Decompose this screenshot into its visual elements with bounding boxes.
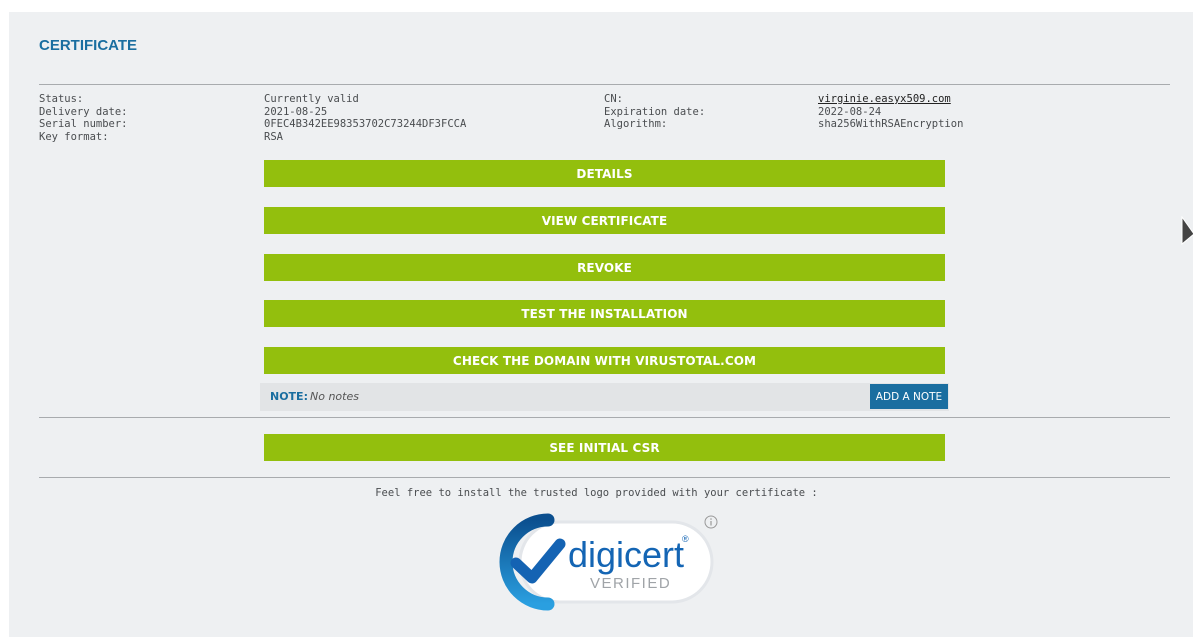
right-values: virginie.easyx509.com 2022-08-24 sha256W… — [818, 93, 963, 131]
algorithm-value: sha256WithRSAEncryption — [818, 118, 964, 130]
check-domain-button[interactable]: CHECK THE DOMAIN WITH VIRUSTOTAL.COM — [264, 347, 945, 374]
logo-caption: Feel free to install the trusted logo pr… — [375, 487, 818, 499]
serial-number-value: 0FEC4B342EE98353702C73244DF3FCCA — [264, 118, 467, 130]
note-value: No notes — [310, 390, 359, 403]
cn-link[interactable]: virginie.easyx509.com — [818, 93, 951, 105]
left-values: Currently valid 2021-08-25 0FEC4B342EE98… — [264, 93, 466, 143]
status-value: Currently valid — [264, 93, 359, 105]
digicert-verified-logo[interactable]: digicert ® VERIFIED — [488, 512, 724, 612]
cn-label: CN: — [604, 93, 623, 105]
note-bar: NOTE: No notes — [260, 383, 949, 411]
divider — [39, 417, 1170, 418]
revoke-button[interactable]: REVOKE — [264, 254, 945, 281]
delivery-date-label: Delivery date: — [39, 105, 128, 118]
expiration-date-value: 2022-08-24 — [818, 105, 882, 118]
algorithm-label: Algorithm: — [604, 118, 668, 130]
page-title: CERTIFICATE — [39, 37, 138, 54]
see-initial-csr-button[interactable]: SEE INITIAL CSR — [264, 434, 945, 461]
logo-registered: ® — [682, 534, 689, 544]
add-note-button[interactable]: ADD A NOTE — [870, 384, 948, 409]
key-format-label: Key format: — [39, 130, 109, 143]
divider — [39, 477, 1170, 478]
expiration-date-label: Expiration date: — [604, 105, 706, 118]
logo-sub: VERIFIED — [590, 575, 671, 592]
test-installation-button[interactable]: TEST THE INSTALLATION — [264, 300, 945, 327]
key-format-value: RSA — [264, 130, 283, 143]
status-label: Status: — [39, 93, 84, 105]
divider — [39, 84, 1170, 85]
note-label: NOTE: — [270, 390, 308, 403]
delivery-date-value: 2021-08-25 — [264, 105, 328, 118]
mouse-pointer-icon — [1181, 216, 1193, 246]
logo-brand: digicert — [568, 534, 684, 575]
right-labels: CN: Expiration date: Algorithm: — [604, 93, 705, 131]
info-circle-icon[interactable] — [704, 515, 718, 529]
serial-number-label: Serial number: — [39, 118, 128, 130]
view-certificate-button[interactable]: VIEW CERTIFICATE — [264, 207, 945, 234]
left-labels: Status: Delivery date: Serial number: Ke… — [39, 93, 128, 143]
details-button[interactable]: DETAILS — [264, 160, 945, 187]
